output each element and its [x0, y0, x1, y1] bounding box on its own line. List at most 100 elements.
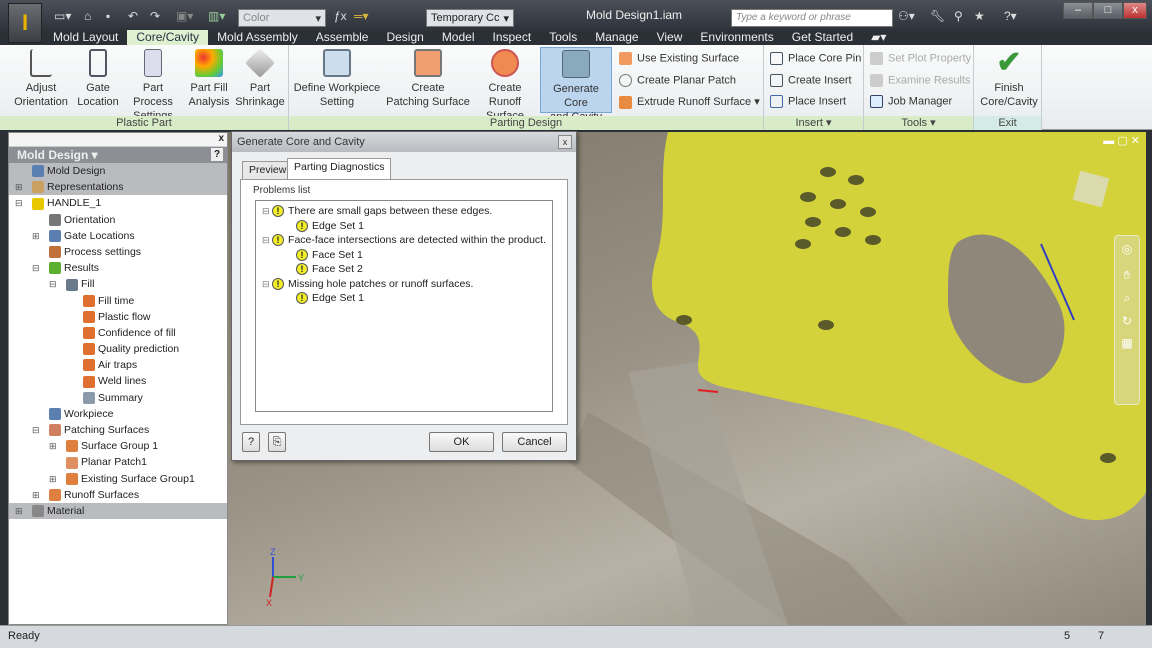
- tab-view[interactable]: View: [648, 30, 692, 45]
- view-combo[interactable]: Temporary Cc ▾: [426, 9, 514, 27]
- tree-item[interactable]: ⊟ Fill: [9, 276, 227, 292]
- collapse-toggle[interactable]: ⊟: [262, 279, 272, 289]
- expand-toggle[interactable]: ⊟: [32, 422, 41, 438]
- insert-panel-menu[interactable]: Insert ▾: [764, 116, 863, 130]
- tree-item[interactable]: Mold Design: [9, 163, 227, 180]
- tab-preview[interactable]: Preview: [242, 161, 294, 179]
- extrude-runoff-surface-button[interactable]: Extrude Runoff Surface ▾: [619, 95, 760, 109]
- expand-toggle[interactable]: ⊞: [15, 503, 24, 519]
- problem-item[interactable]: ⊟ ! Missing hole patches or runoff surfac…: [256, 277, 552, 292]
- color-combo[interactable]: Color ▾: [238, 9, 326, 27]
- satellite-icon[interactable]: ⚲: [954, 9, 963, 23]
- create-runoff-surface-button[interactable]: Create RunoffSurface: [471, 49, 539, 123]
- tab-mold-layout[interactable]: Mold Layout: [44, 30, 127, 45]
- browser-close-button[interactable]: x: [218, 133, 224, 144]
- expand-toggle[interactable]: ⊟: [49, 276, 58, 292]
- select-icon[interactable]: ▥▾: [208, 9, 225, 23]
- expand-toggle[interactable]: ⊞: [32, 228, 41, 244]
- problem-item[interactable]: ⊟ ! There are small gaps between these ed…: [256, 204, 552, 219]
- part-fill-analysis-button[interactable]: Part Fill Analysis: [186, 49, 232, 109]
- collapse-toggle[interactable]: ⊟: [262, 235, 272, 245]
- tab-mold-assembly[interactable]: Mold Assembly: [208, 30, 307, 45]
- place-core-pin-button[interactable]: Place Core Pin: [770, 52, 861, 65]
- redo-icon[interactable]: ↷: [150, 9, 160, 23]
- tree-item[interactable]: Summary: [9, 390, 227, 406]
- maximize-button[interactable]: □: [1093, 2, 1123, 19]
- tree-item[interactable]: ⊞ Existing Surface Group1: [9, 471, 227, 487]
- tree-item[interactable]: ⊞ Gate Locations: [9, 228, 227, 244]
- tree-item[interactable]: ⊞ Runoff Surfaces: [9, 487, 227, 503]
- ok-button[interactable]: OK: [429, 432, 494, 452]
- line-weight-icon[interactable]: ═▾: [354, 9, 369, 23]
- help-icon[interactable]: ?▾: [1004, 9, 1017, 23]
- tab-environments[interactable]: Environments: [691, 30, 782, 45]
- part-shrinkage-button[interactable]: Part Shrinkage: [234, 48, 286, 109]
- look-at-icon[interactable]: ▦: [1115, 336, 1139, 350]
- tab-core-cavity[interactable]: Core/Cavity: [127, 30, 209, 45]
- tree-item[interactable]: Weld lines: [9, 373, 227, 389]
- part-process-settings-button[interactable]: Part ProcessSettings: [122, 49, 184, 123]
- viewport-window-controls[interactable]: ▬ ▢ ✕: [1103, 134, 1140, 147]
- adjust-orientation-button[interactable]: Adjust Orientation: [10, 49, 72, 109]
- tree-item[interactable]: Confidence of fill: [9, 325, 227, 341]
- problem-subitem[interactable]: ! Face Set 2: [256, 262, 552, 277]
- steering-wheel-icon[interactable]: ◎: [1115, 242, 1139, 256]
- tab-design[interactable]: Design: [377, 30, 432, 45]
- set-plot-property-button[interactable]: Set Plot Property: [870, 52, 971, 65]
- tab-inspect[interactable]: Inspect: [484, 30, 541, 45]
- gate-location-button[interactable]: Gate Location: [74, 49, 122, 109]
- browser-title-menu[interactable]: Mold Design ▾?: [9, 147, 227, 163]
- pan-icon[interactable]: ✋︎: [1115, 268, 1139, 283]
- open-icon[interactable]: ⌂: [84, 9, 91, 23]
- tree-item[interactable]: Quality prediction: [9, 341, 227, 357]
- create-patching-surface-button[interactable]: Create Patching Surface: [385, 49, 471, 109]
- tree-item[interactable]: Air traps: [9, 357, 227, 373]
- expand-toggle[interactable]: ⊞: [15, 179, 24, 195]
- expand-toggle[interactable]: ⊞: [32, 487, 41, 503]
- tree-item[interactable]: ⊞ Material: [9, 502, 227, 520]
- wrench-icon[interactable]: 🔧︎: [930, 9, 945, 23]
- tree-item[interactable]: ⊟ Patching Surfaces: [9, 422, 227, 438]
- minimize-button[interactable]: –: [1063, 2, 1093, 19]
- application-menu-button[interactable]: I: [8, 3, 42, 43]
- create-planar-patch-button[interactable]: Create Planar Patch: [619, 74, 736, 87]
- tools-panel-menu[interactable]: Tools ▾: [864, 116, 973, 130]
- expand-toggle[interactable]: ⊞: [49, 471, 58, 487]
- binoculars-icon[interactable]: ⚇▾: [898, 9, 915, 23]
- orbit-icon[interactable]: ↻: [1115, 314, 1139, 328]
- problem-subitem[interactable]: ! Edge Set 1: [256, 219, 552, 234]
- expand-toggle[interactable]: ⊟: [32, 260, 41, 276]
- tree-item[interactable]: Fill time: [9, 293, 227, 309]
- generate-core-cavity-button[interactable]: Generate Coreand Cavity: [540, 47, 612, 123]
- tab-tools[interactable]: Tools: [540, 30, 586, 45]
- navigation-bar[interactable]: ◎ ✋︎ ⌕ ↻ ▦: [1114, 235, 1140, 405]
- use-existing-surface-button[interactable]: Use Existing Surface: [619, 52, 739, 65]
- star-icon[interactable]: ★: [974, 9, 985, 23]
- collapse-toggle[interactable]: ⊟: [262, 206, 272, 216]
- problem-item[interactable]: ⊟ ! Face-face intersections are detected …: [256, 233, 552, 248]
- tree-item[interactable]: Workpiece: [9, 406, 227, 422]
- close-button[interactable]: x: [1123, 2, 1147, 19]
- undo-icon[interactable]: ↶: [128, 9, 138, 23]
- tree-item[interactable]: ⊞ Representations: [9, 179, 227, 196]
- new-icon[interactable]: ▭▾: [54, 9, 71, 23]
- tab-model[interactable]: Model: [433, 30, 484, 45]
- zoom-icon[interactable]: ⌕: [1115, 291, 1139, 306]
- tab-get-started[interactable]: Get Started: [783, 30, 862, 45]
- update-icon[interactable]: ▣▾: [176, 9, 193, 23]
- problem-subitem[interactable]: ! Edge Set 1: [256, 291, 552, 306]
- tree-item[interactable]: ⊟ HANDLE_1: [9, 195, 227, 211]
- job-manager-button[interactable]: Job Manager: [870, 95, 952, 108]
- expand-toggle[interactable]: ⊟: [15, 195, 24, 211]
- cancel-button[interactable]: Cancel: [502, 432, 567, 452]
- browser-help-button[interactable]: ?: [211, 148, 223, 161]
- camera-icon[interactable]: ▰▾: [862, 30, 895, 45]
- finish-core-cavity-button[interactable]: ✔ Finish Core/Cavity: [978, 48, 1040, 109]
- tree-item[interactable]: Process settings: [9, 244, 227, 260]
- create-insert-button[interactable]: Create Insert: [770, 74, 852, 87]
- tree-item[interactable]: ⊟ Results: [9, 260, 227, 276]
- copy-icon[interactable]: ⎘: [268, 432, 286, 452]
- tree-item[interactable]: ⊞ Surface Group 1: [9, 438, 227, 454]
- help-button[interactable]: ?: [242, 432, 260, 452]
- tree-item[interactable]: Orientation: [9, 212, 227, 228]
